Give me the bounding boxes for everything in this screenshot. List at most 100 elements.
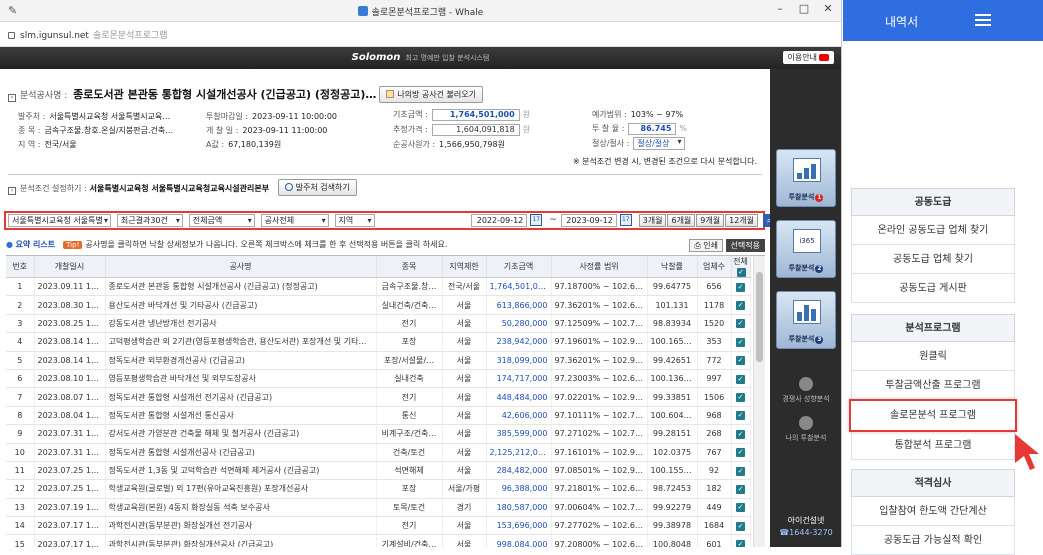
cell-date: 2023.08.14 11:00 xyxy=(34,351,106,370)
period-6m-button[interactable]: 6개월 xyxy=(667,214,696,227)
menu-bid-calc[interactable]: 투찰금액산출 프로그램 xyxy=(851,371,1015,400)
row-checkbox[interactable]: ✓ xyxy=(736,521,745,531)
period-9m-button[interactable]: 9개월 xyxy=(696,214,725,227)
cell-name[interactable]: 정독도서관 1,3동 및 고덕학습관 석면해체 제거공사 (긴급공고) xyxy=(105,461,377,481)
row-checkbox[interactable]: ✓ xyxy=(736,301,745,311)
dock-analysis-3[interactable]: 투찰분석 3 xyxy=(776,291,836,349)
row-checkbox[interactable]: ✓ xyxy=(736,448,745,458)
search-button[interactable]: ⌕ 검색 xyxy=(762,214,770,227)
table-row[interactable]: 6 2023.08.10 11:00 영등포평생학습관 바닥개선 및 외부도장공사 실… xyxy=(6,369,751,389)
side-title[interactable]: 내역서 xyxy=(885,13,918,30)
table-row[interactable]: 2 2023.08.30 11:00 용산도서관 바닥개선 및 기타공사 (긴급공고… xyxy=(6,295,751,315)
cell-base: 613,866,000 xyxy=(486,295,552,315)
row-checkbox[interactable]: ✓ xyxy=(736,503,745,513)
table-row[interactable]: 3 2023.08.25 11:00 강동도서관 냉난방개선 전기공사 전기 서울 50,… xyxy=(6,314,751,334)
row-checkbox[interactable]: ✓ xyxy=(736,411,745,421)
table-row[interactable]: 15 2023.07.17 11:00 과학전시관(동부분관) 화장실개선공사 (긴… xyxy=(6,534,751,547)
menu-joint-find[interactable]: 공동도급 업체 찾기 xyxy=(851,245,1015,274)
col-rate: 낙찰률 xyxy=(647,256,698,278)
calendar-icon[interactable]: 17 xyxy=(619,214,632,226)
menu-solomon[interactable]: 솔로몬분석 프로그램 xyxy=(849,399,1017,432)
table-row[interactable]: 11 2023.07.25 11:00 정독도서관 1,3동 및 고덕학습관 석면해… xyxy=(6,461,751,481)
expand-icon[interactable]: › xyxy=(8,187,16,195)
date-from-input[interactable]: 2022-09-12 xyxy=(471,214,528,227)
row-checkbox[interactable]: ✓ xyxy=(736,356,745,366)
table-row[interactable]: 13 2023.07.19 11:00 학생교육원(본원) 4동지 화장실동 석축 … xyxy=(6,498,751,518)
print-button[interactable]: ⎙ 인쇄 xyxy=(689,239,723,252)
cell-name[interactable]: 학생교육원(본원) 4동지 화장실동 석축 보수공사 xyxy=(105,498,377,518)
dock-analysis-2[interactable]: i365 투찰분석 2 xyxy=(776,220,836,278)
cell-name[interactable]: 학생교육원(글로벌) 외 17편(유아교육진흥원) 포장개선공사 xyxy=(105,479,377,499)
cell-name[interactable]: 과학전시관(동부분관) 화장실개선 전기공사 xyxy=(105,516,377,536)
cell-name[interactable]: 정독도서관 통합형 시설개선 통신공사 xyxy=(105,406,377,426)
maximize-icon[interactable]: □ xyxy=(794,2,814,15)
address-bar[interactable]: slm.igunsul.net 솔로몬분석프로그램 xyxy=(0,22,841,47)
cell-name[interactable]: 강서도서관 가양분관 건축물 해체 및 철거공사 (긴급공고) xyxy=(105,424,377,444)
brand-tagline: 최고 명예판 입찰 분석시스템 xyxy=(405,54,490,62)
table-row[interactable]: 4 2023.08.14 11:00 고덕평생학습관 외 2기관(영등포평생학습관,… xyxy=(6,332,751,352)
table-row[interactable]: 1 2023.09.11 11:00 종로도서관 본관동 통합형 시설개선공사 (긴… xyxy=(6,277,751,297)
row-checkbox[interactable]: ✓ xyxy=(736,393,745,403)
cell-check: ✓ xyxy=(731,387,751,407)
table-row[interactable]: 12 2023.07.25 11:00 학생교육원(글로벌) 외 17편(유아교육진… xyxy=(6,479,751,499)
orderer-select[interactable]: 서울특별시교육청 서울특별 xyxy=(8,214,111,227)
table-row[interactable]: 10 2023.07.31 11:00 정독도서관 통합형 시설개선공사 (긴급공고… xyxy=(6,443,751,462)
menu-oneclick[interactable]: 원클릭 xyxy=(851,342,1015,371)
close-icon[interactable]: ✕ xyxy=(818,2,838,15)
date-to-input[interactable]: 2023-09-12 xyxy=(560,214,617,227)
orderer-search-button[interactable]: 발주처 검색하기 xyxy=(277,179,357,196)
cell-name[interactable]: 정독도서관 외부환경개선공사 (긴급공고) xyxy=(105,351,377,370)
count-select[interactable]: 최근결과30건 xyxy=(116,214,183,227)
cell-name[interactable]: 고덕평생학습관 외 2기관(영등포평생학습관, 용산도서관) 포장개선 및 기타… xyxy=(105,332,377,352)
row-checkbox[interactable]: ✓ xyxy=(736,374,745,384)
select-all-checkbox[interactable]: ✓ xyxy=(736,268,746,277)
menu-online-joint[interactable]: 온라인 공동도급 업체 찾기 xyxy=(851,216,1015,245)
calendar-icon[interactable]: 17 xyxy=(530,214,543,226)
menu-limit-calc[interactable]: 입찰참여 한도액 간단계산 xyxy=(851,497,1015,526)
cell-rate: 99.33851 xyxy=(647,387,698,407)
load-project-button[interactable]: 나의방 공사건 불러오기 xyxy=(379,86,483,103)
row-checkbox[interactable]: ✓ xyxy=(736,540,745,547)
row-checkbox[interactable]: ✓ xyxy=(736,282,745,292)
cell-name[interactable]: 정독도서관 통합형 시설개선공사 (긴급공고) xyxy=(105,443,377,462)
col-count: 업체수 xyxy=(697,256,732,278)
table-row[interactable]: 14 2023.07.17 11:00 과학전시관(동부분관) 화장실개선 전기공사… xyxy=(6,516,751,536)
row-checkbox[interactable]: ✓ xyxy=(736,337,745,347)
row-checkbox[interactable]: ✓ xyxy=(736,466,745,476)
cell-name[interactable]: 종로도서관 본관동 통합형 시설개선공사 (긴급공고) (정정공고) xyxy=(105,277,377,297)
work-select[interactable]: 공사전체 xyxy=(260,214,329,227)
table-row[interactable]: 7 2023.08.07 11:00 정독도서관 통합형 시설개선 전기공사 (긴급… xyxy=(6,387,751,407)
cell-name[interactable]: 영등포평생학습관 바닥개선 및 외부도장공사 xyxy=(105,369,377,389)
row-checkbox[interactable]: ✓ xyxy=(736,484,745,494)
menu-icon[interactable] xyxy=(975,14,991,26)
minimize-icon[interactable]: – xyxy=(770,2,790,15)
scroll-thumb[interactable] xyxy=(756,272,763,362)
help-button[interactable]: 이용안내 xyxy=(782,51,834,64)
expand-icon[interactable]: › xyxy=(8,94,16,102)
table-row[interactable]: 9 2023.07.31 11:00 강서도서관 가양분관 건축물 해체 및 철거공… xyxy=(6,424,751,444)
dock-analysis-1[interactable]: 투찰분석 1 xyxy=(776,149,836,207)
cell-range: 97.00604% ~ 102.79505% xyxy=(551,498,648,518)
search-icon xyxy=(284,183,293,191)
cell-name[interactable]: 용산도서관 바닥개선 및 기타공사 (긴급공고) xyxy=(105,295,377,315)
period-3m-button[interactable]: 3개월 xyxy=(638,214,667,227)
table-header-row: 번호 개찰일시 공사명 종목 지역제한 기초금액 사정률 범위 낙찰률 업체수 … xyxy=(6,256,751,278)
apply-selected-button[interactable]: 선택적용 xyxy=(725,239,765,252)
menu-joint-record[interactable]: 공동도급 가능실적 확인 xyxy=(851,526,1015,555)
row-checkbox[interactable]: ✓ xyxy=(736,429,745,439)
vertical-scrollbar[interactable] xyxy=(753,256,765,547)
region-select[interactable]: 지역 xyxy=(334,214,375,227)
menu-integrated[interactable]: 통합분석 프로그램 xyxy=(851,431,1015,460)
my-analysis-link[interactable]: 나의 투찰분석 xyxy=(770,416,841,443)
menu-joint-board[interactable]: 공동도급 게시판 xyxy=(851,274,1015,303)
competitor-analysis-link[interactable]: 경쟁사 성향분석 xyxy=(770,377,841,404)
rounding-select[interactable]: 절상/절상 xyxy=(633,137,685,150)
cell-name[interactable]: 과학전시관(동부분관) 화장실개선공사 (긴급공고) xyxy=(105,534,377,547)
table-row[interactable]: 8 2023.08.04 11:00 정독도서관 통합형 시설개선 통신공사 통신 서울… xyxy=(6,406,751,426)
cell-name[interactable]: 강동도서관 냉난방개선 전기공사 xyxy=(105,314,377,334)
row-checkbox[interactable]: ✓ xyxy=(736,319,745,329)
amount-select[interactable]: 전체금액 xyxy=(188,214,255,227)
period-12m-button[interactable]: 12개월 xyxy=(725,214,759,227)
cell-name[interactable]: 정독도서관 통합형 시설개선 전기공사 (긴급공고) xyxy=(105,387,377,407)
table-row[interactable]: 5 2023.08.14 11:00 정독도서관 외부환경개선공사 (긴급공고) 포장… xyxy=(6,351,751,370)
